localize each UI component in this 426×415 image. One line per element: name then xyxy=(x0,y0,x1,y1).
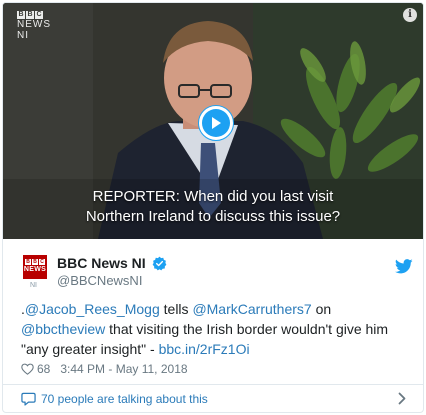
watermark-block: C xyxy=(35,11,43,19)
channel-watermark: B B C NEWS NI xyxy=(17,11,51,41)
tweet-link[interactable]: bbc.in/2rFz1Oi xyxy=(159,341,250,357)
video-player[interactable]: B B C NEWS NI i REPORTER: When did you l… xyxy=(3,3,423,239)
avatar-region-label: NI xyxy=(30,282,37,289)
avatar-word: NEWS xyxy=(23,266,47,273)
heart-icon[interactable] xyxy=(21,363,34,375)
tweet-meta: 68 3:44 PM - May 11, 2018 xyxy=(21,361,188,377)
mention-markcarruthers7[interactable]: @MarkCarruthers7 xyxy=(192,301,311,317)
watermark-block: B xyxy=(26,11,34,19)
avatar[interactable]: B B C NEWS xyxy=(23,255,47,279)
embedded-tweet-card: B B C NEWS NI i REPORTER: When did you l… xyxy=(2,2,424,413)
speech-bubble-icon xyxy=(21,392,36,406)
tweet-timestamp[interactable]: 3:44 PM - May 11, 2018 xyxy=(60,362,187,376)
conversation-link[interactable]: 70 people are talking about this xyxy=(3,385,423,412)
tweet-text: .@Jacob_Rees_Mogg tells @MarkCarruthers7… xyxy=(21,299,411,359)
play-icon xyxy=(202,109,230,137)
info-icon[interactable]: i xyxy=(403,8,417,22)
like-count[interactable]: 68 xyxy=(37,362,50,376)
avatar-block: B xyxy=(32,259,38,265)
author-display-name[interactable]: BBC News NI xyxy=(57,255,146,272)
watermark-region: NI xyxy=(17,29,29,41)
talking-about-text: 70 people are talking about this xyxy=(41,392,208,406)
chevron-right-icon xyxy=(398,392,406,405)
author-handle[interactable]: @BBCNewsNI xyxy=(57,273,142,289)
video-subtitle-line: Northern Ireland to discuss this issue? xyxy=(85,208,341,225)
mention-bbctheview[interactable]: @bbctheview xyxy=(21,321,105,337)
verified-badge-icon xyxy=(152,256,167,271)
video-subtitle-line: REPORTER: When did you last visit xyxy=(92,188,334,205)
avatar-block: C xyxy=(39,259,45,265)
watermark-block: B xyxy=(17,11,25,19)
mention-jacob-rees-mogg[interactable]: @Jacob_Rees_Mogg xyxy=(25,301,160,317)
avatar-block: B xyxy=(25,259,31,265)
play-button[interactable] xyxy=(198,105,234,141)
tweet-text-segment: tells xyxy=(159,301,193,317)
twitter-bird-icon[interactable] xyxy=(395,259,413,274)
watermark-news: NEWS xyxy=(17,19,51,30)
tweet-text-segment: on xyxy=(311,301,332,317)
